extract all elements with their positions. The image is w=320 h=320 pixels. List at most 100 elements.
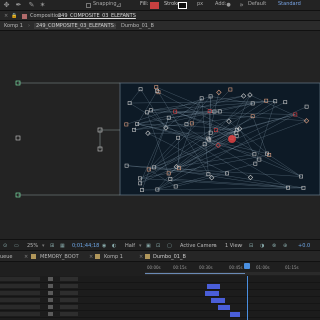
layer-switch[interactable] — [0, 312, 40, 316]
comp-color-icon — [22, 14, 27, 19]
snapping-label: Snapping — [93, 1, 117, 7]
panel-title-prefix: Composition — [30, 13, 62, 19]
layer-bar[interactable] — [207, 284, 220, 289]
motion-blur-icon[interactable]: ⊕ — [283, 243, 287, 249]
chevron-down-icon[interactable]: ▾ — [139, 243, 142, 249]
selected-anchor-point[interactable] — [228, 135, 236, 143]
eye-icon[interactable] — [48, 312, 53, 316]
breadcrumb-item-active[interactable]: 249_COMPOSITE_03_ELEFANTS — [34, 23, 116, 29]
eye-icon[interactable] — [48, 298, 53, 302]
workspace-standard[interactable]: Standard — [278, 1, 301, 7]
ruler-tick: 00:15s — [173, 265, 187, 270]
ruler-tick: 01:15s — [285, 265, 299, 270]
comp-color-icon — [145, 254, 150, 259]
breadcrumb: Komp 1 › 249_COMPOSITE_03_ELEFANTS › Dum… — [0, 21, 320, 31]
lock-icon[interactable]: 🔒 — [11, 13, 17, 19]
tab-dumbo[interactable]: Dumbo_01_B — [153, 254, 186, 260]
panel-menu-icon[interactable]: ≡ — [124, 13, 128, 19]
work-area-range[interactable] — [145, 273, 245, 274]
tab-memory-boot[interactable]: MEMORY_BOOT — [40, 254, 79, 260]
close-tab-icon[interactable]: × — [89, 254, 93, 260]
show-channel-icon[interactable]: ◐ — [112, 243, 116, 249]
table-row[interactable] — [0, 276, 320, 283]
breadcrumb-item[interactable]: Komp 1 — [4, 23, 23, 29]
exposure-value[interactable]: +0.0 — [298, 243, 310, 249]
time-ruler[interactable]: 00:00s 00:15s 00:30s 00:45s 01:00s 01:15… — [0, 262, 320, 276]
comp-color-icon — [95, 254, 100, 259]
layer-switches[interactable] — [60, 291, 78, 295]
snapping-checkbox[interactable] — [86, 3, 91, 8]
pen-tool-icon[interactable]: ✒ — [14, 1, 23, 10]
eye-icon[interactable] — [48, 284, 53, 288]
table-row[interactable] — [0, 311, 320, 318]
table-row[interactable] — [0, 283, 320, 290]
breadcrumb-item[interactable]: Dumbo_01_B — [121, 23, 154, 29]
selection-tool-icon[interactable]: ✎ — [27, 1, 36, 10]
ruler-tick: 01:00s — [256, 265, 270, 270]
tab-render-queue[interactable]: ueue — [0, 254, 13, 260]
workspace-default[interactable]: Default — [248, 1, 266, 7]
workspace-expand-icon[interactable]: » — [237, 1, 246, 10]
layer-switch[interactable] — [0, 305, 40, 309]
eye-icon[interactable] — [48, 291, 53, 295]
camera-dropdown[interactable]: Active Camera — [180, 243, 217, 249]
layer-bar[interactable] — [230, 312, 240, 317]
hand-tool-icon[interactable]: ✥ — [2, 1, 11, 10]
fast-previews-icon[interactable]: ▣ — [146, 243, 151, 249]
stroke-swatch[interactable] — [178, 2, 187, 9]
fill-swatch[interactable] — [150, 2, 159, 9]
playhead-handle[interactable] — [244, 263, 250, 269]
camera-icon[interactable]: ◉ — [102, 243, 106, 249]
chevron-down-icon[interactable]: ▾ — [213, 243, 216, 249]
snapshot-icon[interactable]: ▭ — [14, 243, 19, 249]
layer-switches[interactable] — [60, 298, 78, 302]
layer-switch[interactable] — [0, 277, 40, 281]
snapping-option-icon[interactable]: ⊿ — [114, 1, 123, 10]
transparency-grid-icon[interactable]: ▦ — [60, 243, 65, 249]
close-panel-icon[interactable]: × — [4, 13, 8, 19]
breadcrumb-separator: › — [28, 23, 30, 29]
region-of-interest-icon[interactable]: ⊞ — [50, 243, 54, 249]
layer-switches[interactable] — [60, 284, 78, 288]
tab-komp-1[interactable]: Komp 1 — [104, 254, 123, 260]
reset-exposure-icon[interactable]: ◑ — [260, 243, 264, 249]
composition-viewer[interactable] — [0, 31, 320, 239]
always-preview-icon[interactable]: ⊙ — [3, 243, 7, 249]
motion-path-point[interactable] — [15, 135, 21, 141]
current-time[interactable]: 0;01;44;18 — [72, 243, 99, 249]
resolution-dropdown[interactable]: Half — [125, 243, 135, 249]
layer-switch[interactable] — [0, 291, 40, 295]
layer-switches[interactable] — [60, 312, 78, 316]
layer-switch[interactable] — [0, 284, 40, 288]
table-row[interactable] — [0, 304, 320, 311]
chevron-down-icon[interactable]: ▾ — [240, 243, 243, 249]
close-tab-icon[interactable]: × — [24, 254, 28, 260]
flowchart-icon[interactable]: ⊗ — [272, 243, 276, 249]
layer-switches[interactable] — [60, 277, 78, 281]
ruler-tick: 00:45s — [229, 265, 243, 270]
stroke-width-unit: px — [197, 1, 204, 7]
tools-toolbar: ✥ ✒ ✎ ✶ Snapping ⊿ Fill: Stroke: px Add:… — [0, 0, 320, 11]
eye-icon[interactable] — [48, 305, 53, 309]
layer-switches[interactable] — [60, 305, 78, 309]
zoom-dropdown[interactable]: 25% — [27, 243, 38, 249]
eye-icon[interactable] — [48, 277, 53, 281]
close-tab-icon[interactable]: × — [139, 254, 143, 260]
playhead-line[interactable] — [247, 276, 248, 320]
timeline-layers[interactable] — [0, 276, 320, 320]
layer-bar[interactable] — [218, 305, 230, 310]
chevron-down-icon[interactable]: ▾ — [42, 243, 45, 249]
layer-bar[interactable] — [211, 298, 225, 303]
add-menu-icon[interactable]: ● — [224, 1, 233, 10]
grid-icon[interactable]: ⊟ — [249, 243, 253, 249]
table-row[interactable] — [0, 290, 320, 297]
3d-renderer-icon[interactable]: ⊡ — [156, 243, 160, 249]
pixel-aspect-icon[interactable]: ▢ — [167, 243, 172, 249]
puppet-pin-icon[interactable]: ✶ — [38, 1, 47, 10]
layer-bar[interactable] — [205, 291, 219, 296]
table-row[interactable] — [0, 297, 320, 304]
fill-label: Fill: — [140, 1, 149, 7]
composition-canvas[interactable] — [0, 31, 320, 239]
layer-switch[interactable] — [0, 298, 40, 302]
composition-panel-header: × 🔒 Composition 249_COMPOSITE_03_ELEFANT… — [0, 11, 320, 21]
